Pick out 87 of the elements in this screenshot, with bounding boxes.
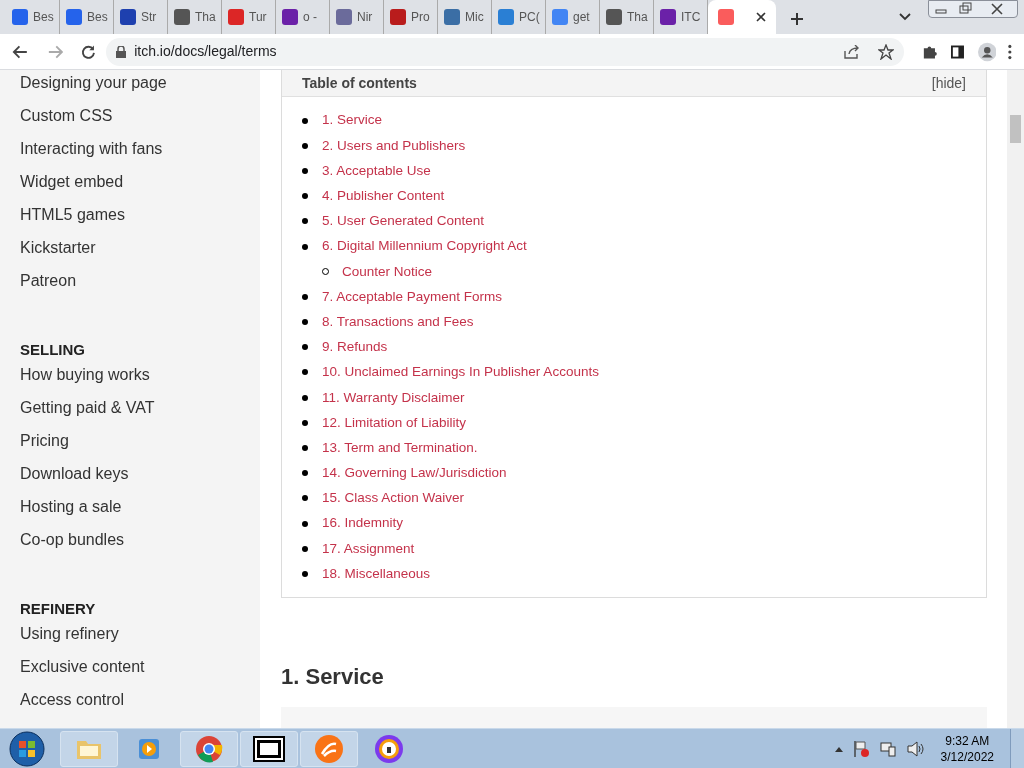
section-heading: 1. Service xyxy=(281,662,385,691)
sidebar-link[interactable]: Using refinery xyxy=(20,622,260,655)
sidebar-link[interactable]: Getting paid & VAT xyxy=(20,396,260,429)
bullet-icon xyxy=(302,319,308,326)
archive-app-icon xyxy=(253,735,285,762)
scrollbar-thumb[interactable] xyxy=(1010,115,1021,143)
side-panel-icon[interactable] xyxy=(950,44,964,59)
bullet-icon xyxy=(302,167,308,174)
bullet-icon xyxy=(302,193,308,200)
chevron-down-icon[interactable] xyxy=(898,12,912,22)
bullet-icon xyxy=(302,570,308,577)
sidebar-link[interactable]: Co-op bundles xyxy=(20,528,260,561)
taskbar-button[interactable] xyxy=(240,730,298,767)
speaker-icon[interactable] xyxy=(906,741,925,757)
url-text: itch.io/docs/legal/terms xyxy=(134,42,278,61)
lock-icon xyxy=(116,45,127,58)
sidebar-link[interactable]: Patreon xyxy=(20,269,260,302)
flag-icon[interactable] xyxy=(852,740,869,758)
bullet-icon xyxy=(302,142,308,149)
toc-link[interactable]: 3. Acceptable Use xyxy=(322,160,431,182)
toc-title: Table of contents xyxy=(302,73,417,93)
toc-link[interactable]: Counter Notice xyxy=(342,261,433,282)
close-tab-icon[interactable] xyxy=(756,12,766,22)
puzzle-icon[interactable] xyxy=(922,43,937,60)
scrollbar[interactable] xyxy=(1007,70,1024,728)
reload-icon[interactable] xyxy=(81,43,97,60)
bullet-icon xyxy=(302,293,308,300)
address-bar[interactable]: itch.io/docs/legal/terms xyxy=(106,37,904,66)
sidebar-link[interactable]: Hosting a sale xyxy=(20,495,260,528)
toc-link[interactable]: 13. Term and Termination. xyxy=(322,437,478,459)
bullet-icon xyxy=(302,117,308,124)
toc-link[interactable]: 17. Assignment xyxy=(322,538,415,559)
toc-link[interactable]: 9. Refunds xyxy=(322,337,388,358)
media-player-icon xyxy=(137,736,161,761)
sidebar-link[interactable]: Download keys xyxy=(20,462,260,495)
toc-link[interactable]: 8. Transactions and Fees xyxy=(322,311,474,333)
clock-time: 9:32 AM xyxy=(945,733,990,749)
bullet-icon xyxy=(302,394,308,401)
sidebar-link[interactable]: Custom CSS xyxy=(20,104,260,137)
sidebar-link[interactable]: HTML5 games xyxy=(20,203,260,236)
bullet-icon xyxy=(302,344,308,351)
toc-link[interactable]: 12. Limitation of Liability xyxy=(322,412,467,433)
toc-link[interactable]: 15. Class Action Waiver xyxy=(322,488,465,509)
bullet-icon xyxy=(302,520,308,527)
tray-arrow-icon[interactable] xyxy=(834,746,843,752)
bullet-icon xyxy=(302,243,308,250)
menu-icon[interactable] xyxy=(1008,43,1012,60)
clock-date: 3/12/2022 xyxy=(940,749,994,765)
toc-link[interactable]: 16. Indemnity xyxy=(322,513,404,534)
sidebar-link[interactable]: Widget embed xyxy=(20,170,260,203)
plus-icon[interactable] xyxy=(790,12,804,26)
star-icon[interactable] xyxy=(878,43,894,60)
sidebar-link[interactable]: Access control xyxy=(20,688,260,721)
bullet-icon xyxy=(302,545,308,552)
back-icon[interactable] xyxy=(12,43,29,60)
sidebar-heading: REFINERY xyxy=(20,599,97,619)
antivirus-icon xyxy=(314,733,344,764)
sidebar-link[interactable]: Designing your page xyxy=(20,71,260,104)
toc-link[interactable]: 1. Service xyxy=(322,110,383,131)
start-button[interactable] xyxy=(6,729,48,768)
bullet-icon xyxy=(302,369,308,376)
bullet-icon xyxy=(302,419,308,426)
sidebar-heading: SELLING xyxy=(20,340,86,360)
toc-link[interactable]: 6. Digital Millennium Copyright Act xyxy=(322,236,527,257)
share-icon[interactable] xyxy=(844,44,860,59)
toc-link[interactable]: 18. Miscellaneous xyxy=(322,563,431,585)
network-icon[interactable] xyxy=(878,741,897,757)
bullet-icon xyxy=(302,218,308,225)
hide-link[interactable]: [hide] xyxy=(931,72,966,94)
sidebar-link[interactable]: Exclusive content xyxy=(20,655,260,688)
toc-link[interactable]: 11. Warranty Disclaimer xyxy=(322,387,465,408)
profile-icon[interactable] xyxy=(977,41,997,62)
toc-link[interactable]: 7. Acceptable Payment Forms xyxy=(322,286,503,308)
toc-link[interactable]: 14. Governing Law/Jurisdiction xyxy=(322,463,507,484)
toc-link[interactable]: 10. Unclaimed Earnings In Publisher Accounts xyxy=(322,362,599,383)
browser-icon xyxy=(195,734,223,763)
bullet-icon xyxy=(302,470,308,477)
sidebar-link[interactable]: How buying works xyxy=(20,363,260,396)
bullet-icon xyxy=(302,495,308,502)
sidebar-link[interactable]: Pricing xyxy=(20,429,260,462)
sidebar-link[interactable]: Kickstarter xyxy=(20,236,260,269)
sidebar-link[interactable]: Interacting with fans xyxy=(20,137,260,170)
toc-link[interactable]: 2. Users and Publishers xyxy=(322,135,466,156)
bullet-icon xyxy=(302,445,308,452)
toc-link[interactable]: 5. User Generated Content xyxy=(322,211,485,232)
vpn-icon xyxy=(374,733,404,764)
toc-link[interactable]: 4. Publisher Content xyxy=(322,186,445,207)
